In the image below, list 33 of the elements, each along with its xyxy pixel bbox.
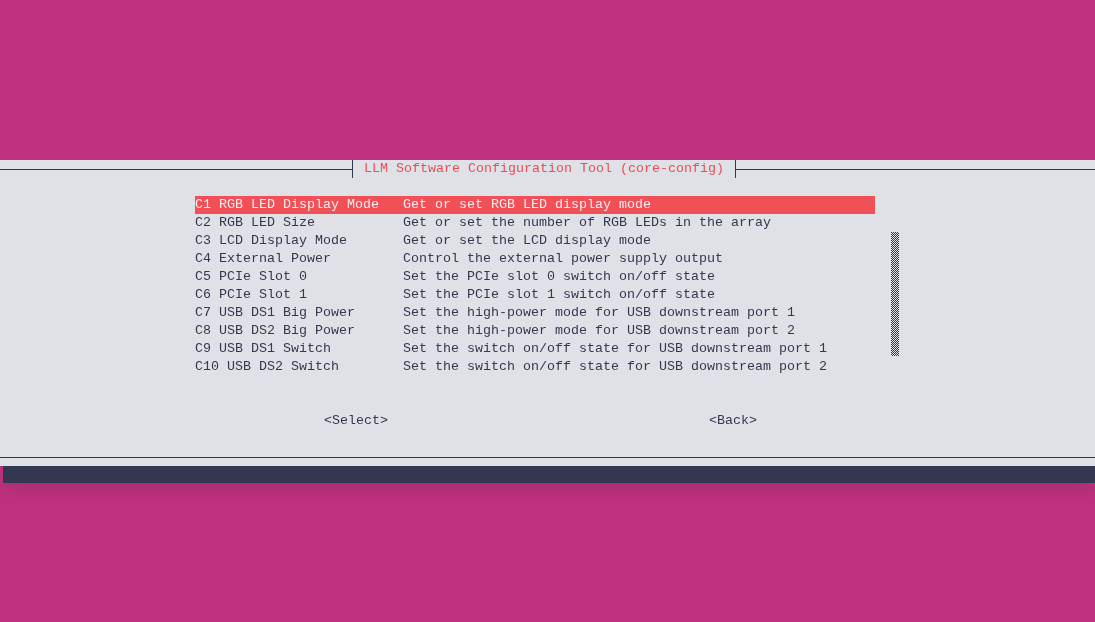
menu-item-code: C10 USB DS2 Switch	[195, 358, 340, 376]
menu-item[interactable]: C3 LCD Display Mode Get or set the LCD display mode	[195, 232, 875, 250]
menu-item-code: C9 USB DS1 Switch	[195, 340, 332, 358]
menu-item-description: Set the PCIe slot 1 switch on/off state	[403, 286, 715, 304]
menu-item[interactable]: C10 USB DS2 Switch Set the switch on/off state for USB downstream port 2	[195, 358, 875, 376]
menu-item-description: Set the high-power mode for USB downstream port 1	[403, 304, 795, 322]
menu-item-code: C2 RGB LED Size	[195, 214, 316, 232]
menu-item-code: C3 LCD Display Mode	[195, 232, 348, 250]
menu-item-code: C5 PCIe Slot 0	[195, 268, 308, 286]
scrollbar[interactable]	[891, 232, 899, 356]
back-button[interactable]: <Back>	[709, 412, 757, 430]
menu-item-code: C7 USB DS1 Big Power	[195, 304, 356, 322]
menu-item-description: Control the external power supply output	[403, 250, 723, 268]
menu-item-code: C6 PCIe Slot 1	[195, 286, 308, 304]
dialog-title: LLM Software Configuration Tool (core-config)	[352, 160, 736, 178]
menu-item-description: Get or set the number of RGB LEDs in the array	[403, 214, 771, 232]
menu-item-code: C1 RGB LED Display Mode	[195, 196, 380, 214]
menu-item-description: Get or set RGB LED display mode	[403, 196, 651, 214]
menu-item[interactable]: C9 USB DS1 Switch Set the switch on/off state for USB downstream port 1	[195, 340, 875, 358]
menu-item[interactable]: C5 PCIe Slot 0 Set the PCIe slot 0 switch on/off state	[195, 268, 875, 286]
menu-item[interactable]: C2 RGB LED Size Get or set the number of RGB LEDs in the array	[195, 214, 875, 232]
menu-item-description: Set the switch on/off state for USB downstream port 1	[403, 340, 827, 358]
menu-item-description: Set the PCIe slot 0 switch on/off state	[403, 268, 715, 286]
select-button[interactable]: <Select>	[324, 412, 388, 430]
menu-item[interactable]: C7 USB DS1 Big Power Set the high-power mode for USB downstream port 1	[195, 304, 875, 322]
menu-item[interactable]: C6 PCIe Slot 1 Set the PCIe slot 1 switch on/off state	[195, 286, 875, 304]
menu-item-code: C8 USB DS2 Big Power	[195, 322, 356, 340]
menu-item[interactable]: C8 USB DS2 Big Power Set the high-power mode for USB downstream port 2	[195, 322, 875, 340]
menu-item-description: Set the switch on/off state for USB downstream port 2	[403, 358, 827, 376]
menu-item-description: Set the high-power mode for USB downstream port 2	[403, 322, 795, 340]
menu-item[interactable]: C4 External Power Control the external power supply output	[195, 250, 875, 268]
menu-item-description: Get or set the LCD display mode	[403, 232, 651, 250]
menu-item-code: C4 External Power	[195, 250, 332, 268]
